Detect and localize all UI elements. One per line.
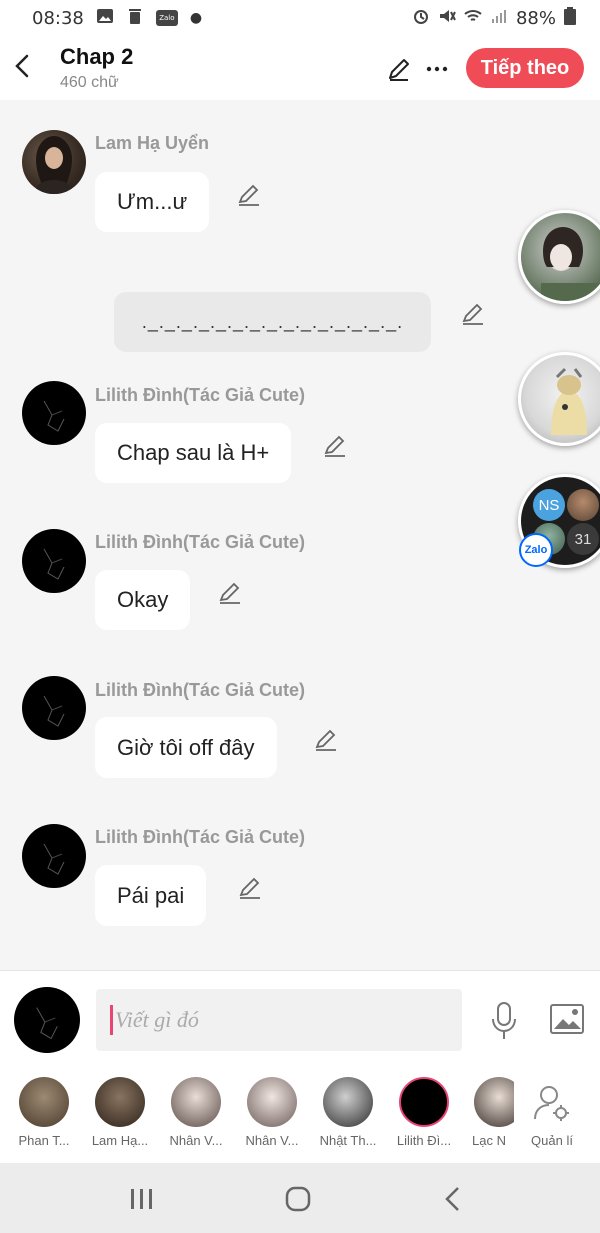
character-name: Lilith Đì... <box>396 1133 452 1148</box>
battery-icon <box>564 6 576 30</box>
group-member-initials: NS <box>533 489 565 521</box>
edit-icon[interactable] <box>386 56 412 82</box>
edit-message-icon[interactable] <box>236 182 262 208</box>
status-bar: 08:38 Zalo ● 88% <box>0 0 600 36</box>
message-input[interactable]: Viết gì đó <box>96 989 462 1051</box>
recent-apps-icon[interactable] <box>124 1183 160 1215</box>
character-name: Nhân V... <box>245 1133 299 1148</box>
battery-level: 88% <box>515 7 556 29</box>
current-user-avatar[interactable] <box>14 987 80 1053</box>
character-name: Lạc N <box>472 1133 506 1148</box>
gallery-icon <box>96 7 114 30</box>
edit-message-icon[interactable] <box>460 301 486 327</box>
character-item[interactable]: Nhân V... <box>160 1077 232 1148</box>
mute-icon <box>438 7 456 30</box>
message-bubble[interactable]: Okay <box>95 570 191 630</box>
back-nav-icon[interactable] <box>436 1183 472 1215</box>
sender-name: Lilith Đình(Tác Giả Cute) <box>95 532 305 552</box>
avatar[interactable] <box>22 529 86 593</box>
character-name: Nhân V... <box>169 1133 223 1148</box>
character-item[interactable]: Lilith Đì... <box>388 1077 460 1148</box>
sender-name: Lilith Đình(Tác Giả Cute) <box>95 680 305 700</box>
clock: 08:38 <box>32 7 84 29</box>
trash-icon <box>126 7 144 30</box>
sender-name: Lam Hạ Uyển <box>95 133 210 153</box>
dot-icon: ● <box>189 10 203 26</box>
avatar[interactable] <box>22 676 86 740</box>
character-avatar <box>323 1077 373 1127</box>
signal-icon <box>490 7 508 30</box>
text-caret <box>110 1005 113 1035</box>
manage-label: Quản lí <box>531 1133 573 1148</box>
avatar[interactable] <box>22 381 86 445</box>
floating-chat-head[interactable] <box>518 210 600 304</box>
top-app-bar: Chap 2 460 chữ Tiếp theo <box>0 36 600 100</box>
edit-message-icon[interactable] <box>237 875 263 901</box>
narration-bubble[interactable]: ._._._._._._._._._._._._._._._. <box>114 292 431 352</box>
sender-name: Lilith Đình(Tác Giả Cute) <box>95 827 305 847</box>
character-name: Nhật Th... <box>319 1133 377 1148</box>
page-title: Chap 2 <box>60 44 134 69</box>
message-bubble[interactable]: Giờ tôi off đây <box>95 717 277 778</box>
character-avatar <box>171 1077 221 1127</box>
character-item[interactable]: Phan T... <box>8 1077 80 1148</box>
zalo-badge: Zalo <box>519 533 553 567</box>
system-navigation-bar <box>0 1163 600 1233</box>
sender-name: Lilith Đình(Tác Giả Cute) <box>95 385 305 405</box>
character-name: Lam Hạ... <box>91 1133 149 1148</box>
edit-message-icon[interactable] <box>322 433 348 459</box>
home-icon[interactable] <box>280 1183 316 1215</box>
more-options-icon[interactable] <box>426 56 448 82</box>
character-avatar <box>247 1077 297 1127</box>
alarm-icon <box>412 7 430 30</box>
message-bubble[interactable]: Pái pai <box>95 865 207 926</box>
group-member-avatar <box>567 489 599 521</box>
composer-bar: Viết gì đó <box>0 970 600 1067</box>
character-item[interactable]: Nhân V... <box>236 1077 308 1148</box>
avatar[interactable] <box>22 130 86 194</box>
word-count: 460 chữ <box>60 74 119 91</box>
wifi-icon <box>464 7 482 30</box>
character-item[interactable]: Lam Hạ... <box>84 1077 156 1148</box>
character-bar: Phan T... Lam Hạ... Nhân V... Nhân V... … <box>0 1067 600 1163</box>
chat-area: Lam Hạ Uyển Ưm...ư ._._._._._._._._._._.… <box>0 100 600 970</box>
zalo-notification-icon: Zalo <box>155 10 178 26</box>
manage-characters-button[interactable]: Quản lí <box>516 1077 588 1148</box>
microphone-icon[interactable] <box>490 1001 518 1041</box>
image-icon[interactable] <box>549 1003 585 1035</box>
message-input-placeholder: Viết gì đó <box>115 1007 199 1032</box>
message-bubble[interactable]: Chap sau là H+ <box>95 423 292 483</box>
edit-message-icon[interactable] <box>217 580 243 606</box>
floating-chat-head[interactable] <box>518 352 600 446</box>
character-item[interactable]: Nhật Th... <box>312 1077 384 1148</box>
group-member-count: 31 <box>567 523 599 555</box>
edit-message-icon[interactable] <box>313 727 339 753</box>
avatar[interactable] <box>22 824 86 888</box>
chapter-title-block: Chap 2 460 chữ <box>60 44 133 92</box>
character-name: Phan T... <box>18 1133 70 1148</box>
character-avatar-selected <box>399 1077 449 1127</box>
character-avatar <box>19 1077 69 1127</box>
next-chapter-button[interactable]: Tiếp theo <box>466 48 584 88</box>
character-avatar <box>474 1077 514 1127</box>
manage-users-icon <box>527 1077 577 1127</box>
back-button[interactable] <box>10 52 36 80</box>
character-item[interactable]: Lạc N <box>464 1077 514 1148</box>
message-bubble[interactable]: Ưm...ư <box>95 172 210 232</box>
character-avatar <box>95 1077 145 1127</box>
